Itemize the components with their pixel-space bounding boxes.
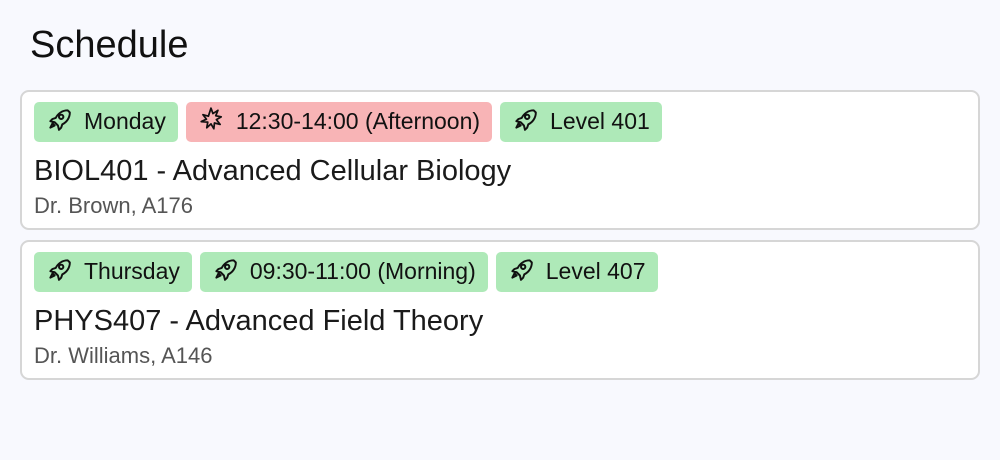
schedule-page: Schedule Monday 12:30-14:00 (Afternoon) … (0, 0, 1000, 460)
time-label: 12:30-14:00 (Afternoon) (235, 108, 481, 135)
course-meta: Dr. Williams, A146 (34, 342, 213, 368)
time-badge: 09:30-11:00 (Morning) (199, 251, 488, 292)
rocket-icon (512, 106, 538, 132)
day-label: Monday (84, 108, 166, 135)
course-title: PHYS407 - Advanced Field Theory (34, 304, 484, 337)
collision-icon (198, 106, 224, 132)
time-label: 09:30-11:00 (Morning) (249, 258, 476, 285)
time-badge: 12:30-14:00 (Afternoon) (185, 101, 493, 142)
level-label: Level 401 (550, 108, 650, 135)
rocket-icon (508, 256, 534, 282)
course-card[interactable]: Monday 12:30-14:00 (Afternoon) Level 401… (20, 89, 980, 230)
day-badge: Monday (34, 101, 178, 142)
rocket-icon (46, 106, 72, 132)
course-title: BIOL401 - Advanced Cellular Biology (34, 154, 512, 187)
page-title: Schedule (30, 24, 189, 66)
day-label: Thursday (84, 258, 180, 285)
badge-row: Thursday 09:30-11:00 (Morning) Level 407 (34, 251, 966, 292)
level-label: Level 407 (545, 258, 646, 285)
day-badge: Thursday (34, 251, 192, 292)
level-badge: Level 407 (495, 251, 658, 292)
course-card[interactable]: Thursday 09:30-11:00 (Morning) Level 407… (20, 239, 980, 380)
course-meta: Dr. Brown, A176 (34, 192, 193, 218)
level-badge: Level 401 (500, 101, 662, 142)
badge-row: Monday 12:30-14:00 (Afternoon) Level 401 (34, 101, 966, 142)
rocket-icon (46, 256, 72, 282)
rocket-icon (212, 256, 238, 282)
